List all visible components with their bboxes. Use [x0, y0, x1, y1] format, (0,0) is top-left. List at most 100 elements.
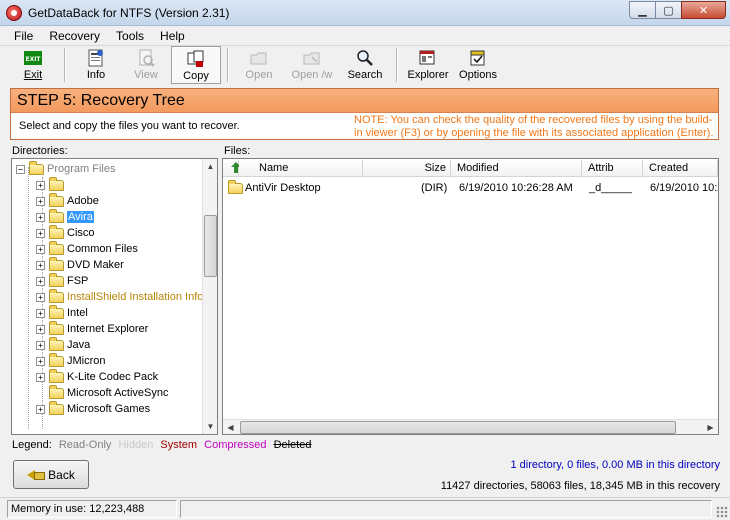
folder-icon	[49, 368, 64, 383]
expand-icon[interactable]: +	[36, 196, 45, 206]
expand-icon[interactable]: +	[36, 356, 45, 366]
file-name: AntiVir Desktop	[245, 182, 321, 194]
recovery-stats: 11427 directories, 58063 files, 18,345 M…	[440, 480, 720, 492]
back-button[interactable]: Back	[13, 460, 89, 489]
tree-item-cisco[interactable]: + Cisco	[36, 224, 95, 241]
directories-label: Directories:	[12, 145, 68, 157]
directory-tree[interactable]: − Program Files + + Adobe + Avira + Cisc…	[11, 158, 218, 435]
scroll-down-icon[interactable]: ▼	[203, 419, 217, 434]
folder-icon	[49, 192, 64, 207]
status-panel	[180, 500, 712, 518]
open-icon	[250, 49, 268, 67]
scroll-right-icon[interactable]: ▶	[703, 420, 718, 434]
tree-item-k-lite[interactable]: + K-Lite Codec Pack	[36, 368, 158, 385]
view-icon	[137, 49, 155, 67]
menu-recovery[interactable]: Recovery	[41, 26, 108, 45]
menu-file[interactable]: File	[6, 26, 41, 45]
scroll-up-icon[interactable]: ▲	[203, 159, 217, 174]
toolbar-separator	[64, 48, 65, 82]
tree-guide	[28, 167, 29, 429]
maximize-button[interactable]: ▢	[655, 1, 682, 19]
up-directory-header[interactable]	[223, 160, 241, 177]
expand-icon[interactable]: +	[36, 324, 45, 334]
directory-vscrollbar[interactable]: ▲ ▼	[202, 159, 217, 434]
folder-icon	[49, 256, 64, 271]
tree-item-jmicron[interactable]: + JMicron	[36, 352, 106, 369]
expand-icon[interactable]: +	[36, 228, 45, 238]
tree-item-adobe[interactable]: + Adobe	[36, 192, 99, 209]
expand-icon[interactable]: +	[36, 340, 45, 350]
folder-icon	[49, 384, 64, 399]
menu-tools[interactable]: Tools	[108, 26, 152, 45]
tree-item-java[interactable]: + Java	[36, 336, 90, 353]
files-list[interactable]: Name Size Modified Attrib Created AntiVi…	[222, 158, 719, 435]
tree-item-dvd-maker[interactable]: + DVD Maker	[36, 256, 124, 273]
step-body: Select and copy the files you want to re…	[11, 113, 718, 139]
open-with-button[interactable]: Open /w	[284, 46, 340, 84]
exit-button[interactable]: EXIT Exit	[8, 46, 58, 84]
tree-item-fsp[interactable]: + FSP	[36, 272, 88, 289]
copy-button[interactable]: Copy	[171, 46, 221, 84]
resize-grip-icon[interactable]	[716, 506, 728, 518]
folder-icon	[29, 160, 44, 175]
column-name[interactable]: Name	[239, 160, 363, 177]
scroll-thumb[interactable]	[204, 215, 217, 277]
expand-icon[interactable]: +	[36, 372, 45, 382]
expand-icon[interactable]: +	[36, 308, 45, 318]
scroll-left-icon[interactable]: ◀	[223, 420, 238, 434]
memory-usage: Memory in use: 12,223,488	[7, 500, 177, 518]
tree-item-program-files[interactable]: − Program Files	[16, 160, 115, 177]
collapse-icon[interactable]: −	[16, 164, 25, 174]
legend-compressed: Compressed	[204, 439, 267, 451]
expand-icon[interactable]: +	[36, 404, 45, 414]
close-button[interactable]: ✕	[681, 1, 726, 19]
expand-icon[interactable]: +	[36, 244, 45, 254]
tree-item-activesync[interactable]: Microsoft ActiveSync	[49, 384, 168, 401]
options-button[interactable]: Options	[453, 46, 503, 84]
minimize-button[interactable]: ▁	[629, 1, 656, 19]
step-panel: STEP 5: Recovery Tree Select and copy th…	[10, 88, 719, 140]
tree-item[interactable]: +	[36, 176, 67, 193]
files-hscrollbar[interactable]: ◀ ▶	[223, 419, 718, 434]
exit-icon: EXIT	[24, 49, 42, 67]
expand-icon[interactable]: +	[36, 180, 45, 190]
legend-readonly: Read-Only	[58, 439, 112, 451]
svg-text:EXIT: EXIT	[25, 56, 41, 63]
expand-icon[interactable]: +	[36, 260, 45, 270]
menu-help[interactable]: Help	[152, 26, 193, 45]
column-size[interactable]: Size	[363, 160, 451, 177]
toolbar-separator	[227, 48, 228, 82]
scroll-thumb[interactable]	[240, 421, 676, 434]
folder-icon	[49, 304, 64, 319]
status-bar: Memory in use: 12,223,488	[0, 497, 730, 520]
folder-icon	[49, 320, 64, 335]
tree-item-microsoft-games[interactable]: + Microsoft Games	[36, 400, 150, 417]
column-modified[interactable]: Modified	[451, 160, 582, 177]
view-button[interactable]: View	[121, 46, 171, 84]
file-modified: 6/19/2010 10:26:28 AM	[459, 182, 573, 194]
search-button[interactable]: Search	[340, 46, 390, 84]
column-attrib[interactable]: Attrib	[582, 160, 643, 177]
expand-icon[interactable]: +	[36, 276, 45, 286]
tree-item-installshield[interactable]: + InstallShield Installation Info	[36, 288, 203, 305]
folder-icon	[49, 224, 64, 239]
tree-item-internet-explorer[interactable]: + Internet Explorer	[36, 320, 148, 337]
search-icon	[356, 49, 374, 67]
file-size: (DIR)	[421, 182, 448, 194]
tree-item-common-files[interactable]: + Common Files	[36, 240, 138, 257]
window-title: GetDataBack for NTFS (Version 2.31)	[28, 6, 230, 20]
tree-item-intel[interactable]: + Intel	[36, 304, 88, 321]
column-created[interactable]: Created	[643, 160, 718, 177]
files-label: Files:	[224, 145, 251, 157]
explorer-button[interactable]: Explorer	[403, 46, 453, 84]
folder-icon	[49, 240, 64, 255]
expand-icon[interactable]: +	[36, 292, 45, 302]
file-row[interactable]: AntiVir Desktop (DIR) 6/19/2010 10:26:28…	[224, 180, 718, 197]
open-button[interactable]: Open	[234, 46, 284, 84]
expand-icon[interactable]: +	[36, 212, 45, 222]
info-button[interactable]: Info	[71, 46, 121, 84]
options-icon	[469, 49, 487, 67]
folder-icon	[49, 176, 64, 191]
tree-item-avira[interactable]: + Avira	[36, 208, 94, 225]
close-icon: ✕	[698, 4, 709, 17]
